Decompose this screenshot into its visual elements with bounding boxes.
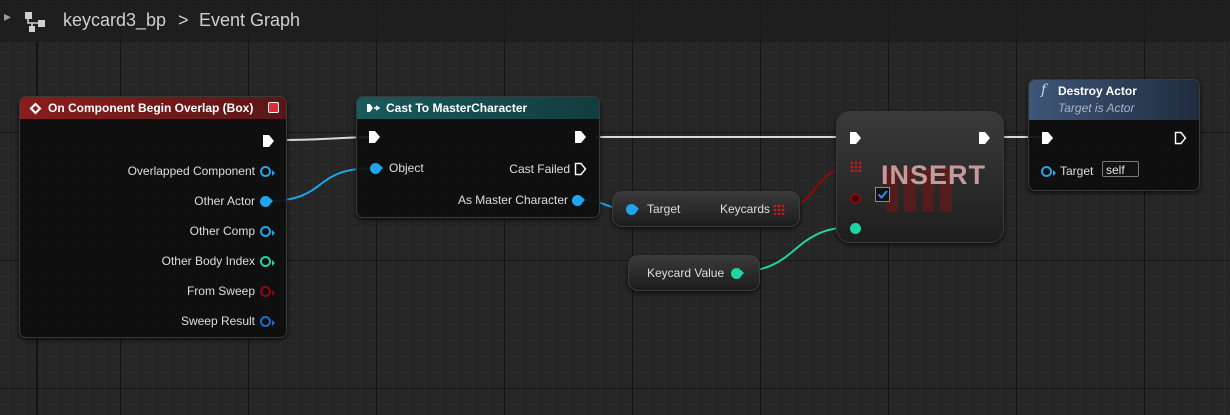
target-self-field[interactable]: self [1102,161,1139,177]
pin-label-from-sweep: From Sweep [186,284,255,298]
event-node-begin-overlap[interactable]: On Component Begin Overlap (Box) Overlap… [19,96,287,338]
event-delegate-icon[interactable] [268,102,279,113]
pin-label-other-comp: Other Comp [189,224,255,238]
pin-label-object: Object [389,161,424,175]
cast-node-title: Cast To MasterCharacter [386,101,528,115]
pin-label-overlapped-component: Overlapped Component [127,164,255,178]
insert-exec-in-pin[interactable] [849,131,862,145]
cast-exec-in-pin[interactable] [368,130,381,144]
cast-exec-out-pin[interactable] [574,130,587,144]
cast-icon [367,104,381,112]
cast-failed-exec-pin[interactable] [574,162,587,176]
destroy-exec-out-pin[interactable] [1174,131,1187,145]
pin-other-actor[interactable] [260,196,273,207]
pin-label-target: Target [647,202,681,216]
pin-label-sweep-result: Sweep Result [180,314,255,328]
pin-from-sweep[interactable] [260,286,275,297]
keycard-value-label: Keycard Value [647,266,725,280]
pin-label-cast-failed: Cast Failed [509,162,570,176]
destroy-actor-node[interactable]: f Destroy Actor Target is Actor Target s… [1028,79,1200,191]
pin-keycard-value[interactable] [731,268,744,279]
pin-target[interactable] [626,204,639,215]
insert-node-title: INSERT [881,160,987,190]
pin-sweep-result[interactable] [260,316,275,327]
insert-exec-out-pin[interactable] [978,131,991,145]
pin-label-other-body-index: Other Body Index [161,254,255,268]
insert-node[interactable]: INSERT [836,111,1004,243]
event-node-title: On Component Begin Overlap (Box) [48,101,254,115]
pin-label-keycards: Keycards [719,202,770,216]
checkmark-icon [877,190,888,199]
event-diamond-icon [29,102,42,115]
pin-insert-bool[interactable] [850,193,861,204]
destroy-exec-in-pin[interactable] [1041,131,1054,145]
pin-object[interactable] [370,163,383,174]
pin-insert-item[interactable] [850,223,861,234]
destroy-node-title: Destroy Actor [1058,84,1137,98]
keycards-array-pin[interactable] [773,204,785,215]
insert-checkbox[interactable] [875,187,890,202]
pin-overlapped-component[interactable] [260,166,275,177]
get-keycards-node[interactable]: Target Keycards [612,191,800,227]
insert-array-pin[interactable] [850,161,862,172]
destroy-node-subtitle: Target is Actor [1058,101,1135,115]
event-exec-out-pin[interactable] [262,134,275,148]
pin-label-other-actor: Other Actor [194,194,255,208]
keycard-value-node[interactable]: Keycard Value [628,255,760,291]
cast-node[interactable]: Cast To MasterCharacter Object Cast Fail… [356,96,600,218]
pin-label-destroy-target: Target [1060,164,1094,178]
function-icon: f [1041,82,1047,98]
pin-as-master-character[interactable] [572,195,585,206]
pin-label-as-master-character: As Master Character [457,193,568,207]
pin-destroy-target[interactable] [1041,166,1056,177]
pin-other-body-index[interactable] [260,256,275,267]
pin-other-comp[interactable] [260,226,275,237]
